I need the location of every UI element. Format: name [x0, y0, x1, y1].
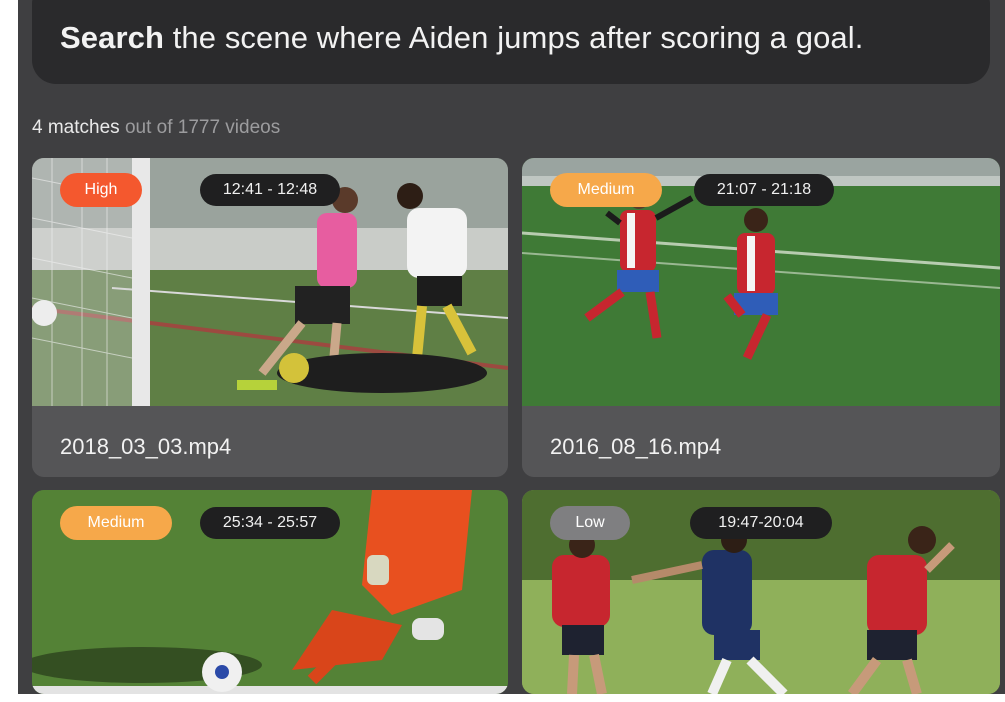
- search-bar[interactable]: Search the scene where Aiden jumps after…: [32, 0, 990, 84]
- timestamp-range: 25:34 - 25:57: [200, 507, 340, 539]
- confidence-badge: High: [60, 173, 142, 207]
- video-result-card[interactable]: Medium 21:07 - 21:18 2016_08_16.mp4: [522, 158, 1000, 477]
- match-count: 4 matches: [32, 117, 120, 138]
- video-result-card[interactable]: Medium 25:34 - 25:57: [32, 490, 508, 694]
- results-summary: 4 matches out of 1777 videos: [32, 117, 280, 139]
- video-result-card[interactable]: High 12:41 - 12:48 2018_03_03.mp4: [32, 158, 508, 477]
- bottom-edge: [0, 694, 1005, 702]
- search-query[interactable]: Search the scene where Aiden jumps after…: [60, 20, 863, 56]
- search-results-panel: Search the scene where Aiden jumps after…: [18, 0, 1005, 698]
- search-keyword: Search: [60, 20, 164, 55]
- timestamp-range: 19:47-20:04: [690, 507, 832, 539]
- confidence-badge: Medium: [550, 173, 662, 207]
- timestamp-range: 12:41 - 12:48: [200, 174, 340, 206]
- total-videos: out of 1777 videos: [124, 117, 281, 138]
- video-filename[interactable]: 2016_08_16.mp4: [550, 434, 721, 460]
- video-result-card[interactable]: Low 19:47-20:04: [522, 490, 1000, 694]
- confidence-badge: Low: [550, 506, 630, 540]
- confidence-badge: Medium: [60, 506, 172, 540]
- search-query-text: the scene where Aiden jumps after scorin…: [172, 20, 864, 55]
- video-filename[interactable]: 2018_03_03.mp4: [60, 434, 231, 460]
- timestamp-range: 21:07 - 21:18: [694, 174, 834, 206]
